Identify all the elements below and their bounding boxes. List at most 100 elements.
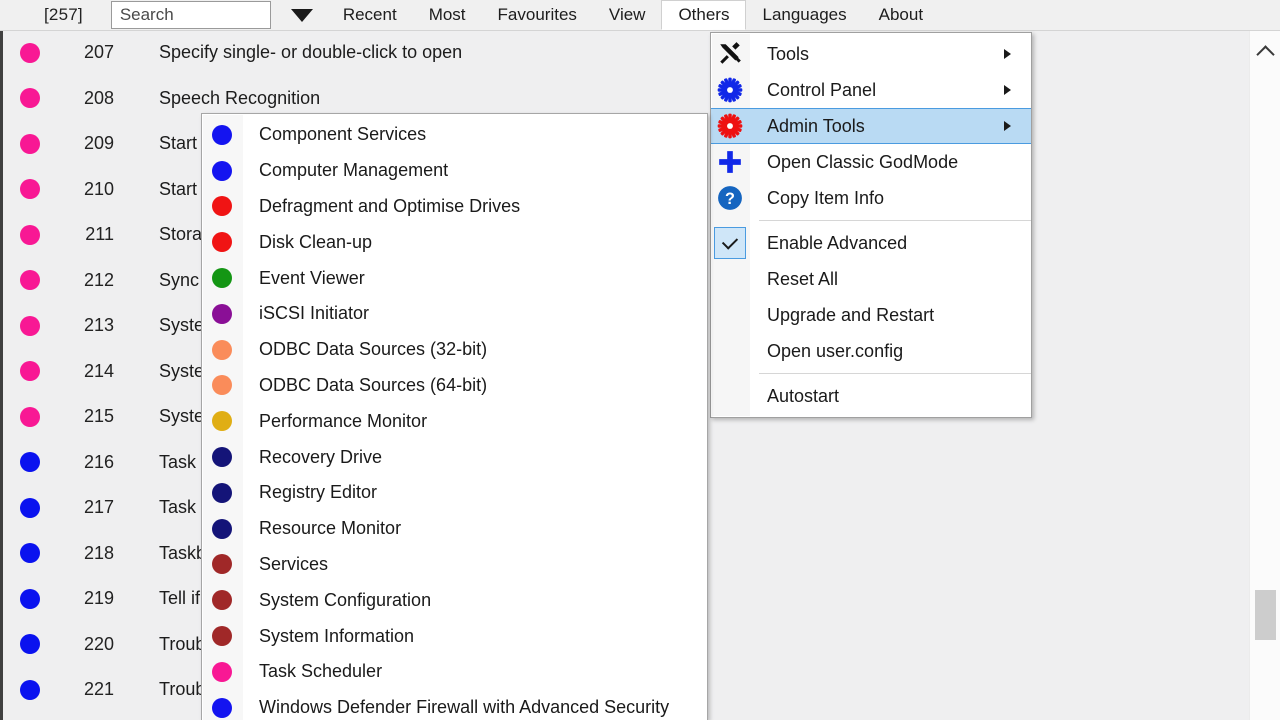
list-item-number: 221 xyxy=(83,679,114,700)
submenu-item-label: iSCSI Initiator xyxy=(259,303,370,324)
menu-tab-favourites[interactable]: Favourites xyxy=(482,0,593,30)
color-dot xyxy=(212,268,232,289)
checkbox-checked-icon xyxy=(711,225,749,261)
item-color-dot-icon xyxy=(202,339,242,360)
list-item-number: 220 xyxy=(83,633,114,654)
list-item-number: 214 xyxy=(83,360,114,381)
submenu-item-resource-monitor[interactable]: Resource Monitor xyxy=(202,511,707,547)
submenu-item-windows-defender-firewall-with-advanced-security[interactable]: Windows Defender Firewall with Advanced … xyxy=(202,690,707,720)
submenu-item-label: System Information xyxy=(259,625,415,646)
item-count-badge: [257] xyxy=(44,5,83,24)
submenu-item-component-services[interactable]: Component Services xyxy=(202,117,707,153)
list-item-number: 211 xyxy=(85,224,114,245)
color-dot xyxy=(212,339,232,360)
menu-tab-label: Most xyxy=(428,5,466,24)
scrollbar-thumb[interactable] xyxy=(1255,590,1276,640)
submenu-item-odbc-data-sources-32-bit[interactable]: ODBC Data Sources (32-bit) xyxy=(202,332,707,368)
submenu-arrow-icon xyxy=(1004,85,1011,95)
list-item-number: 210 xyxy=(83,178,114,199)
submenu-item-iscsi-initiator[interactable]: iSCSI Initiator xyxy=(202,296,707,332)
menu-item-label: Open user.config xyxy=(767,340,904,361)
color-dot xyxy=(212,590,232,611)
submenu-item-label: ODBC Data Sources (64-bit) xyxy=(259,374,488,395)
menu-item-tools[interactable]: Tools xyxy=(711,36,1031,72)
submenu-item-performance-monitor[interactable]: Performance Monitor xyxy=(202,403,707,439)
menu-item-label: Open Classic GodMode xyxy=(767,151,959,172)
submenu-item-services[interactable]: Services xyxy=(202,547,707,583)
svg-text:?: ? xyxy=(725,190,735,208)
submenu-item-computer-management[interactable]: Computer Management xyxy=(202,153,707,189)
vertical-scrollbar[interactable] xyxy=(1249,30,1280,720)
menu-item-label: Autostart xyxy=(767,385,840,406)
submenu-item-event-viewer[interactable]: Event Viewer xyxy=(202,260,707,296)
item-color-dot-icon xyxy=(20,88,40,109)
scroll-up-arrow-icon[interactable] xyxy=(1250,40,1280,64)
submenu-item-odbc-data-sources-64-bit[interactable]: ODBC Data Sources (64-bit) xyxy=(202,368,707,404)
list-item-number: 216 xyxy=(83,451,114,472)
item-color-dot-icon xyxy=(202,590,242,611)
item-color-dot-icon xyxy=(202,232,242,253)
admin-tools-submenu[interactable]: Component Services Computer Management Def… xyxy=(201,113,708,720)
item-color-dot-icon xyxy=(202,268,242,289)
item-color-dot-icon xyxy=(202,482,242,503)
others-dropdown-menu[interactable]: Tools Control Panel Admin Tools Open Classi… xyxy=(710,32,1032,418)
color-dot xyxy=(212,303,232,324)
submenu-item-label: Services xyxy=(259,553,329,574)
item-color-dot-icon xyxy=(202,554,242,575)
submenu-item-disk-clean-up[interactable]: Disk Clean-up xyxy=(202,224,707,260)
no-icon xyxy=(711,378,749,414)
search-input[interactable] xyxy=(117,4,264,26)
menu-item-autostart[interactable]: Autostart xyxy=(711,378,1031,414)
submenu-item-label: Windows Defender Firewall with Advanced … xyxy=(259,697,670,718)
menu-item-enable-advanced[interactable]: Enable Advanced xyxy=(711,225,1031,261)
menu-tab-view[interactable]: View xyxy=(593,0,662,30)
submenu-item-system-configuration[interactable]: System Configuration xyxy=(202,582,707,618)
item-color-dot-icon xyxy=(202,160,242,181)
submenu-item-system-information[interactable]: System Information xyxy=(202,618,707,654)
no-icon xyxy=(711,333,749,369)
submenu-item-label: Task Scheduler xyxy=(259,661,383,682)
item-color-dot-icon xyxy=(20,361,40,382)
menu-item-upgrade-and-restart[interactable]: Upgrade and Restart xyxy=(711,297,1031,333)
menu-item-admin-tools[interactable]: Admin Tools xyxy=(711,108,1031,144)
color-dot xyxy=(212,124,232,145)
menu-tab-about[interactable]: About xyxy=(863,0,939,30)
submenu-item-recovery-drive[interactable]: Recovery Drive xyxy=(202,439,707,475)
menu-separator xyxy=(759,373,1031,374)
checkbox-checked-icon[interactable] xyxy=(714,227,746,259)
submenu-item-label: Recovery Drive xyxy=(259,446,383,467)
list-item[interactable]: 207 Specify single- or double-click to op… xyxy=(3,30,1250,76)
submenu-item-defragment-and-optimise-drives[interactable]: Defragment and Optimise Drives xyxy=(202,189,707,225)
list-item-number: 212 xyxy=(83,269,114,290)
color-dot xyxy=(212,196,232,217)
menu-tab-languages[interactable]: Languages xyxy=(746,0,862,30)
list-item-number: 215 xyxy=(83,406,114,427)
submenu-arrow-icon xyxy=(1004,121,1011,131)
menu-item-label: Upgrade and Restart xyxy=(767,304,935,325)
search-box[interactable] xyxy=(110,1,271,29)
item-color-dot-icon xyxy=(20,315,40,336)
menu-tab-most[interactable]: Most xyxy=(413,0,482,30)
item-color-dot-icon xyxy=(20,679,40,700)
color-dot xyxy=(212,626,232,647)
list-item-number: 207 xyxy=(83,42,114,63)
caret-down-icon[interactable] xyxy=(290,8,313,22)
submenu-item-label: Defragment and Optimise Drives xyxy=(259,195,521,216)
list-item-number: 208 xyxy=(83,87,114,108)
menu-item-control-panel[interactable]: Control Panel xyxy=(711,72,1031,108)
submenu-item-registry-editor[interactable]: Registry Editor xyxy=(202,475,707,511)
menu-item-copy-item-info[interactable]: ? Copy Item Info xyxy=(711,180,1031,216)
no-icon xyxy=(711,261,749,297)
menu-tab-others[interactable]: Others xyxy=(661,0,747,30)
blue-gear-icon xyxy=(711,72,749,108)
menu-tab-recent[interactable]: Recent xyxy=(327,0,413,30)
menu-item-reset-all[interactable]: Reset All xyxy=(711,261,1031,297)
submenu-item-label: Performance Monitor xyxy=(259,410,428,431)
menu-item-open-classic-godmode[interactable]: Open Classic GodMode xyxy=(711,144,1031,180)
menu-item-open-user-config[interactable]: Open user.config xyxy=(711,333,1031,369)
item-color-dot-icon xyxy=(202,447,242,468)
submenu-item-task-scheduler[interactable]: Task Scheduler xyxy=(202,654,707,690)
item-color-dot-icon xyxy=(202,411,242,432)
color-dot xyxy=(212,160,232,181)
item-color-dot-icon xyxy=(202,303,242,324)
